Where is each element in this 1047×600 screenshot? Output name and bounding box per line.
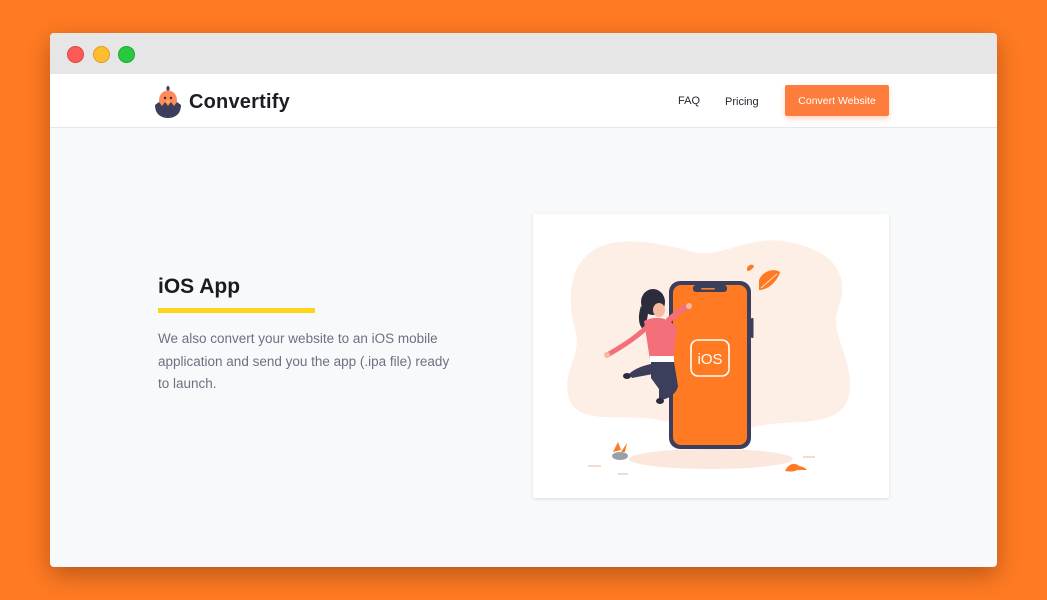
heading-underline <box>158 308 315 313</box>
window-titlebar <box>50 33 997 74</box>
maximize-window-button[interactable] <box>118 46 135 63</box>
browser-window: Convertify FAQ Pricing Convert Website i… <box>50 33 997 567</box>
main-content: iOS App We also convert your website to … <box>50 128 997 567</box>
brand-name: Convertify <box>189 90 290 113</box>
nav-link-faq[interactable]: FAQ <box>678 95 700 107</box>
section-description: We also convert your website to an iOS m… <box>158 331 450 391</box>
navbar: Convertify FAQ Pricing Convert Website <box>50 74 997 128</box>
ios-illustration-card: iOS <box>533 214 889 498</box>
ios-label: iOS <box>697 351 722 368</box>
section-heading: iOS App <box>158 275 241 298</box>
close-window-button[interactable] <box>67 46 84 63</box>
smartphone-icon: iOS <box>669 281 754 449</box>
chick-in-egg-logo-icon <box>155 85 181 118</box>
brand-link[interactable]: Convertify <box>153 85 290 119</box>
ios-app-illustration: iOS <box>567 240 851 475</box>
nav-link-pricing[interactable]: Pricing <box>725 96 759 108</box>
minimize-window-button[interactable] <box>93 46 110 63</box>
plant-icon <box>612 442 628 460</box>
convert-website-button[interactable]: Convert Website <box>785 85 889 116</box>
